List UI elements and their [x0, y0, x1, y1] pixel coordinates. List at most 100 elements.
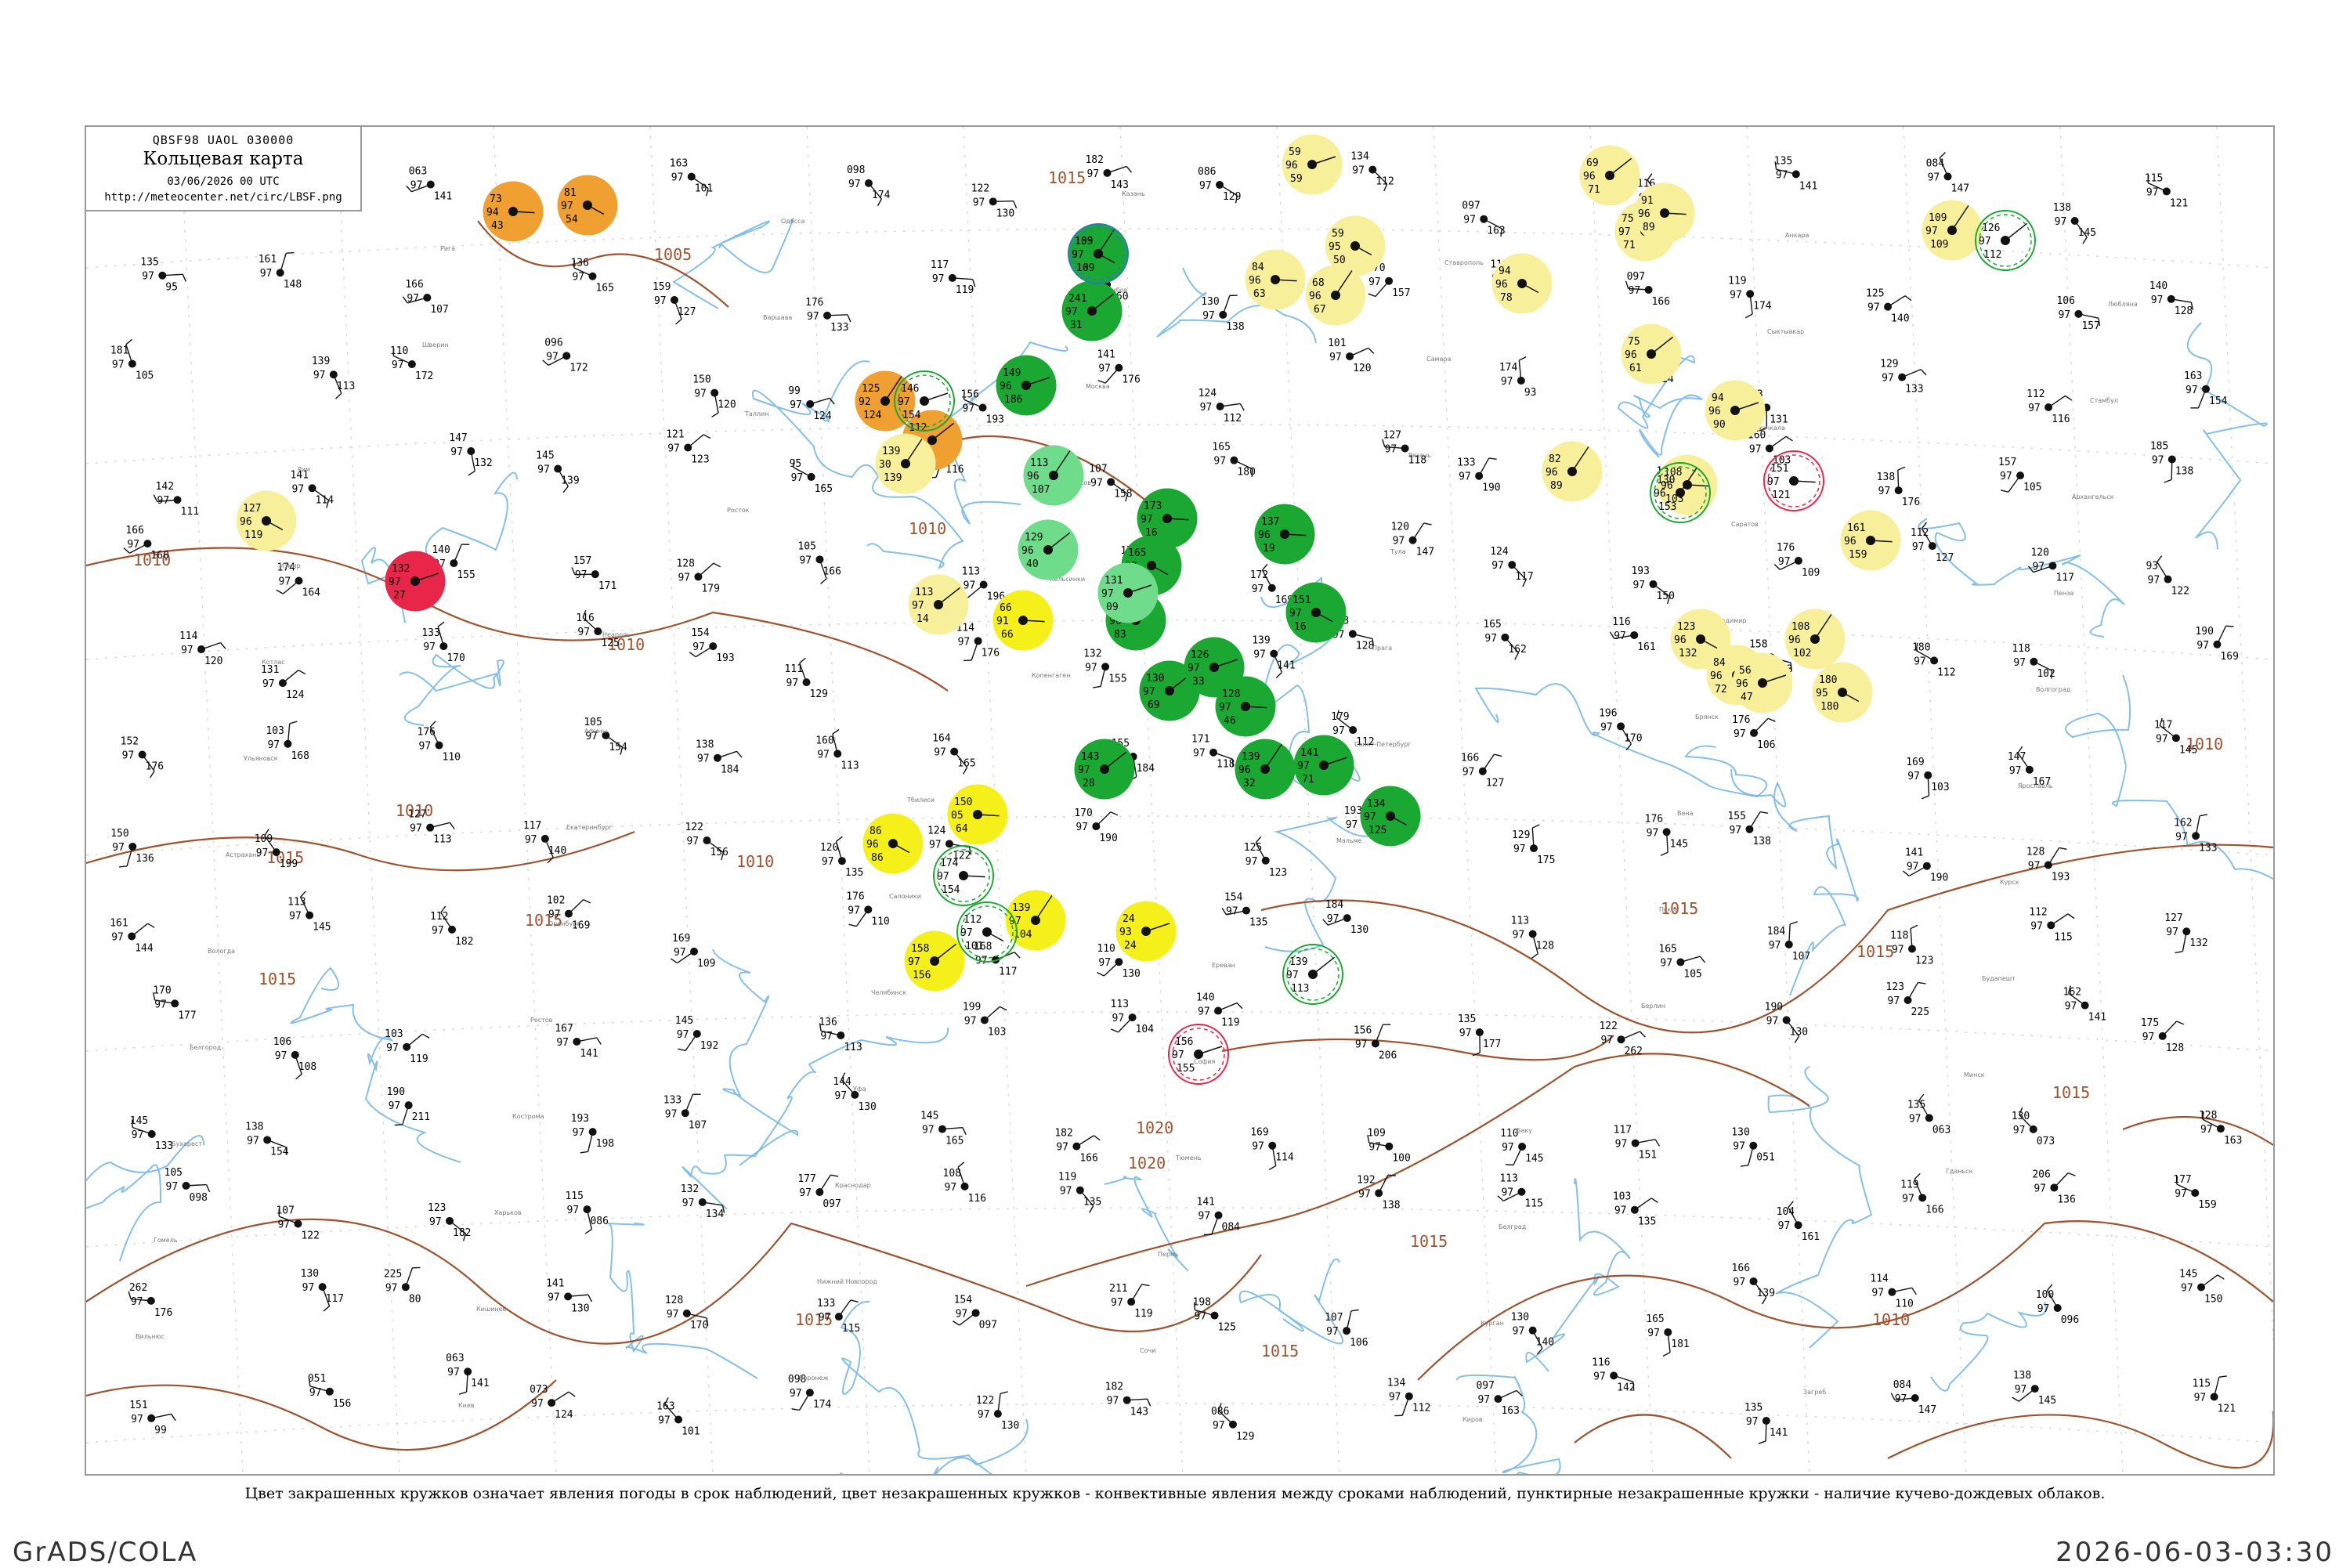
- wind-barb: [454, 544, 461, 563]
- station-pressure: 126: [1982, 222, 2000, 234]
- wind-barb-feather: [1918, 982, 1925, 983]
- station-pressure: 151: [1770, 463, 1788, 475]
- station-plot: 13397170: [421, 622, 465, 664]
- river: [841, 1302, 1054, 1474]
- wind-barb: [569, 900, 584, 914]
- station-humidity: 97: [1346, 819, 1358, 831]
- wind-barb-feather: [848, 315, 851, 322]
- station-plot: 11097172: [390, 345, 433, 382]
- weather-phenomenon-station: 1299640: [1018, 520, 1078, 580]
- station-plot: 18497130: [1323, 899, 1368, 936]
- station-tendency: 113: [844, 1042, 862, 1053]
- wind-barb-feather: [1126, 166, 1131, 172]
- station-humidity: 97: [410, 823, 422, 835]
- station-plot: 11397115: [1498, 1173, 1543, 1210]
- cloud-cover-marker: [1610, 1371, 1618, 1379]
- wind-barb: [1223, 295, 1230, 315]
- station-plot: 19097169: [2195, 626, 2238, 663]
- station-humidity: 97: [2200, 1124, 2213, 1136]
- station-pressure: 181: [110, 345, 128, 357]
- wind-barb-feather: [393, 348, 394, 356]
- station-value: 113: [1291, 983, 1309, 995]
- station-plot: 13597141: [1744, 1402, 1788, 1443]
- station-pressure: 113: [1111, 999, 1129, 1010]
- station-plot: 18297143: [1085, 154, 1131, 191]
- station-humidity: 97: [1078, 764, 1090, 776]
- station-plot: 14197084: [1197, 1197, 1241, 1235]
- station-name: Курган: [1480, 1320, 1504, 1327]
- station-name: Вильнюс: [136, 1333, 164, 1340]
- station-plot: 12797132: [2164, 912, 2207, 952]
- station-plot: 16397101: [656, 1397, 700, 1437]
- station-tendency: 133: [830, 322, 848, 334]
- station-plot: 13397190: [1457, 457, 1500, 494]
- weather-phenomenon-station: 1519716: [1286, 583, 1346, 642]
- rivers-coastlines: [86, 219, 2273, 1474]
- station-plot: 14297111: [154, 481, 199, 518]
- station-humidity: 97: [686, 836, 699, 847]
- station-tendency: 132: [2189, 938, 2207, 949]
- wind-barb-feather: [569, 1392, 575, 1396]
- wind-barb: [1096, 812, 1110, 826]
- station-tendency: 100: [1392, 1153, 1410, 1165]
- station-humidity: 97: [112, 359, 125, 371]
- station-humidity: 96: [1844, 536, 1856, 547]
- station-plot: 16097103: [1748, 429, 1793, 466]
- station-humidity: 97: [279, 576, 291, 588]
- station-tendency: 136: [136, 853, 154, 865]
- wind-barb: [1483, 754, 1495, 771]
- station-tendency: 128: [2166, 1042, 2184, 1054]
- station-plot: 13597141: [1774, 155, 1817, 192]
- station-tendency: 141: [1277, 660, 1295, 672]
- station-name: Архангельск: [2072, 493, 2114, 500]
- isobar-label: 1015: [1856, 942, 1894, 961]
- station-pressure: 150: [954, 797, 972, 808]
- station-humidity: 97: [1513, 844, 1526, 855]
- station-humidity: 97: [654, 295, 667, 307]
- source-url[interactable]: http://meteocenter.net/circ/LBSF.png: [86, 191, 360, 204]
- wind-barb: [1379, 1175, 1388, 1193]
- station-tendency: 117: [1515, 571, 1533, 583]
- wind-barb: [688, 435, 703, 448]
- station-humidity: 97: [2030, 920, 2043, 932]
- station-humidity: 97: [1766, 1015, 1779, 1027]
- station-humidity: 97: [1385, 443, 1397, 455]
- station-tendency: 096: [2061, 1314, 2079, 1326]
- station-plot: 9597165: [790, 458, 833, 495]
- station-plot: 12997175: [1512, 825, 1555, 866]
- station-plot: 14597165: [920, 1111, 966, 1147]
- station-plot: 10597166: [797, 540, 841, 583]
- station-plot: 15497097: [953, 1294, 997, 1331]
- station-humidity: 97: [131, 1296, 143, 1308]
- station-humidity: 97: [277, 1219, 290, 1231]
- station-plot: 15497193: [689, 627, 735, 664]
- wind-barb: [924, 393, 948, 401]
- station-pressure: 176: [1732, 714, 1750, 726]
- wind-barb-feather: [2148, 175, 2149, 183]
- cloud-cover-marker: [1792, 170, 1800, 178]
- station-plot: 15797105: [1998, 457, 2041, 493]
- station-plot: 12097117: [2028, 547, 2074, 583]
- station-tendency: 170: [690, 1320, 708, 1331]
- station-humidity: 97: [667, 443, 680, 455]
- station-pressure: 118: [1890, 930, 1908, 942]
- station-tendency: 107: [1792, 951, 1810, 963]
- station-humidity: 97: [1459, 1028, 1472, 1039]
- river: [86, 1136, 204, 1261]
- station-name: Санкт-Петербург: [1354, 741, 1412, 748]
- station-tendency: 160: [150, 550, 168, 562]
- station-tendency: 157: [1392, 287, 1410, 299]
- station-tendency: 193: [2052, 871, 2070, 883]
- wind-barb-feather: [1111, 1029, 1118, 1032]
- wind-barb-feather: [119, 866, 127, 867]
- station-humidity: 97: [1513, 930, 1525, 941]
- station-pressure: 129: [1512, 829, 1530, 841]
- wind-barb-feather: [1905, 296, 1911, 301]
- weather-phenomenon-station: 1289746: [1216, 677, 1275, 736]
- station-humidity: 97: [1888, 995, 1900, 1007]
- weather-phenomenon-station: 14996186: [996, 356, 1056, 415]
- wind-barb-feather: [1194, 1302, 1195, 1310]
- station-plot: 13997141: [1252, 635, 1295, 678]
- station-pressure: 164: [932, 733, 951, 745]
- station-pressure: 167: [555, 1023, 573, 1035]
